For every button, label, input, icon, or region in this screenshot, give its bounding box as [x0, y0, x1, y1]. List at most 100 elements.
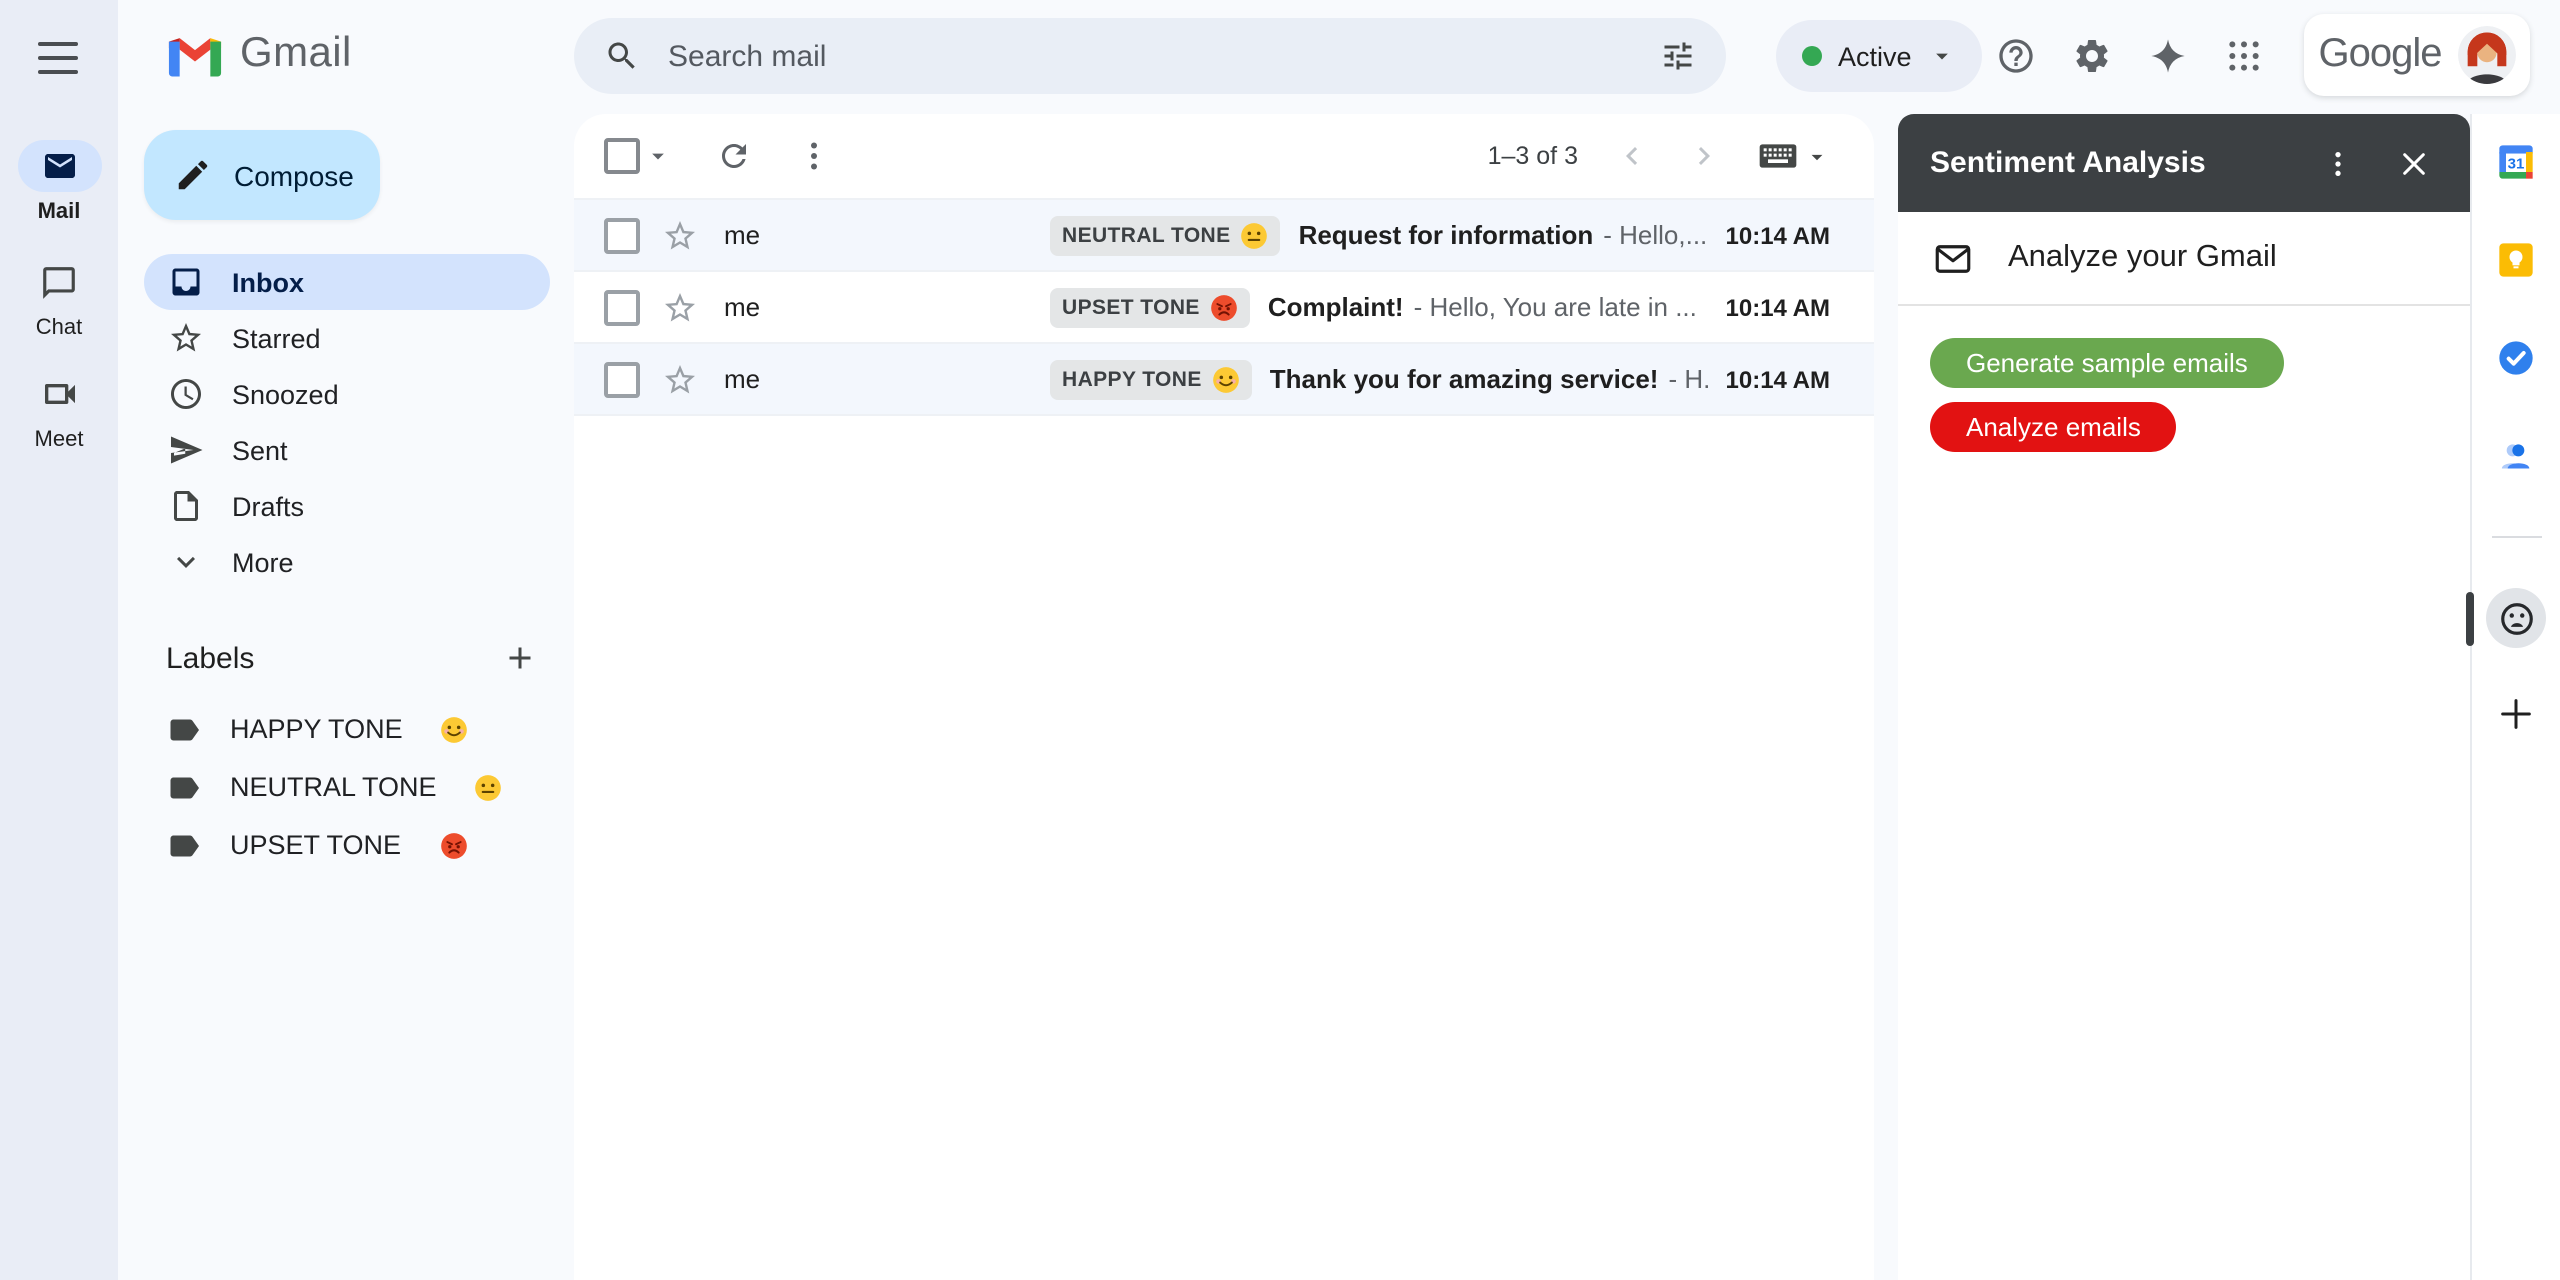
gemini-button[interactable]	[2130, 16, 2206, 96]
label-item-happy-tone[interactable]: HAPPY TONE	[166, 700, 566, 758]
nav-item-label: Inbox	[232, 267, 304, 297]
nav-item-label: Snoozed	[232, 379, 339, 409]
draft-file-icon	[174, 491, 198, 521]
nav-item-label: Sent	[232, 435, 288, 465]
google-tasks-icon[interactable]	[2496, 338, 2536, 378]
search-filters-icon[interactable]	[1660, 38, 1696, 74]
rail-item-mail[interactable]: Mail	[0, 140, 118, 224]
status-active-dot	[1802, 46, 1822, 66]
rail-item-label: Mail	[37, 200, 81, 224]
sentiment-addon-button[interactable]	[2486, 588, 2546, 648]
row-checkbox[interactable]	[604, 289, 640, 325]
angry-emoji-icon	[439, 831, 467, 859]
nav-item-label: Drafts	[232, 491, 305, 521]
rail-item-meet[interactable]: Meet	[0, 368, 118, 452]
nav-item-label: Starred	[232, 323, 321, 353]
header-actions	[1978, 16, 2282, 96]
add-label-button[interactable]	[502, 640, 538, 676]
mail-list-card: 1–3 of 3 me NEUTRAL TONE Request for inf…	[574, 114, 1874, 1280]
pagination-range: 1–3 of 3	[1487, 142, 1578, 170]
row-star-icon[interactable]	[662, 289, 698, 325]
analyze-emails-button[interactable]: Analyze emails	[1930, 402, 2177, 452]
label-item-upset-tone[interactable]: UPSET TONE	[166, 816, 566, 874]
google-profile-chip[interactable]: Google	[2304, 14, 2530, 96]
row-checkbox[interactable]	[604, 217, 640, 253]
app-rail: Mail Chat Meet	[0, 0, 118, 1280]
mail-envelope-icon	[44, 154, 74, 178]
select-all-checkbox[interactable]	[604, 138, 640, 174]
search-input[interactable]	[664, 37, 1636, 75]
panel-title: Sentiment Analysis	[1930, 146, 2206, 180]
google-calendar-icon[interactable]: 31	[2496, 142, 2536, 182]
svg-text:31: 31	[2508, 155, 2525, 172]
row-checkbox[interactable]	[604, 361, 640, 397]
nav-item-starred[interactable]: Starred	[144, 310, 550, 366]
plus-icon	[2501, 699, 2531, 729]
tone-badge[interactable]: UPSET TONE	[1050, 287, 1250, 327]
row-star-icon[interactable]	[662, 361, 698, 397]
happy-emoji-icon	[1212, 365, 1240, 393]
main-menu-button[interactable]	[38, 42, 78, 74]
search-bar	[574, 18, 1726, 94]
gmail-wordmark: Gmail	[240, 30, 352, 76]
kebab-menu-icon	[2322, 147, 2354, 179]
sender-name: me	[724, 292, 761, 322]
label-item-neutral-tone[interactable]: NEUTRAL TONE	[166, 758, 566, 816]
tone-badge-label: NEUTRAL TONE	[1062, 223, 1231, 247]
add-addon-button[interactable]	[2496, 694, 2536, 734]
tone-badge-label: UPSET TONE	[1062, 295, 1200, 319]
compose-button[interactable]: Compose	[144, 130, 380, 220]
keyboard-icon	[1759, 144, 1797, 168]
nav-item-inbox[interactable]: Inbox	[144, 254, 550, 310]
email-row[interactable]: me UPSET TONE Complaint! - Hello, You ar…	[574, 270, 1874, 342]
compose-label: Compose	[234, 159, 354, 191]
star-icon	[168, 320, 204, 356]
row-star-icon[interactable]	[662, 217, 698, 253]
email-row[interactable]: me NEUTRAL TONE Request for information …	[574, 198, 1874, 270]
list-toolbar: 1–3 of 3	[574, 114, 1874, 198]
send-icon	[171, 436, 203, 464]
user-avatar	[2457, 26, 2516, 84]
chevron-right-icon	[1699, 147, 1710, 165]
hamburger-menu-icon	[38, 42, 78, 47]
google-keep-icon[interactable]	[2496, 240, 2536, 280]
prev-page-button[interactable]	[1614, 138, 1650, 174]
tone-badge[interactable]: HAPPY TONE	[1050, 359, 1252, 399]
search-icon[interactable]	[604, 38, 640, 74]
generate-sample-emails-button[interactable]: Generate sample emails	[1930, 338, 2284, 388]
nav-item-snoozed[interactable]: Snoozed	[144, 366, 550, 422]
nav-item-sent[interactable]: Sent	[144, 422, 550, 478]
email-time: 10:14 AM	[1725, 221, 1831, 249]
google-contacts-icon[interactable]	[2496, 436, 2536, 476]
panel-section-header: Analyze your Gmail	[1898, 212, 2470, 306]
settings-button[interactable]	[2054, 16, 2130, 96]
tone-badge[interactable]: NEUTRAL TONE	[1050, 215, 1281, 255]
nav-item-drafts[interactable]: Drafts	[144, 478, 550, 534]
status-label: Active	[1838, 41, 1912, 71]
select-dropdown-caret[interactable]	[644, 142, 672, 170]
email-subject: Complaint!	[1267, 292, 1404, 322]
panel-close-button[interactable]	[2390, 139, 2438, 187]
email-row[interactable]: me HAPPY TONE Thank you for amazing serv…	[574, 342, 1874, 416]
google-wordmark: Google	[2318, 32, 2443, 76]
input-tools-button[interactable]	[1758, 142, 1830, 170]
gmail-window: Mail Chat Meet Gmail Search mail Active …	[0, 0, 2560, 1280]
status-chip[interactable]: Active	[1776, 20, 1982, 92]
label-name: UPSET TONE	[230, 830, 402, 860]
panel-menu-button[interactable]	[2314, 139, 2362, 187]
neutral-emoji-icon	[1241, 221, 1269, 249]
refresh-icon[interactable]	[716, 138, 752, 174]
next-page-button[interactable]	[1686, 138, 1722, 174]
apps-grid-button[interactable]	[2206, 16, 2282, 96]
email-snippet: - H..	[1668, 364, 1709, 394]
label-tag-icon	[166, 769, 202, 805]
rail-item-chat[interactable]: Chat	[0, 256, 118, 340]
sender-name: me	[724, 220, 761, 250]
clock-icon	[171, 379, 201, 409]
label-tag-icon	[166, 827, 202, 863]
apps-grid-icon	[2229, 41, 2259, 71]
labels-title: Labels	[166, 641, 255, 675]
nav-item-more[interactable]: More	[144, 534, 550, 590]
more-options-button[interactable]	[796, 138, 832, 174]
help-button[interactable]	[1978, 16, 2054, 96]
